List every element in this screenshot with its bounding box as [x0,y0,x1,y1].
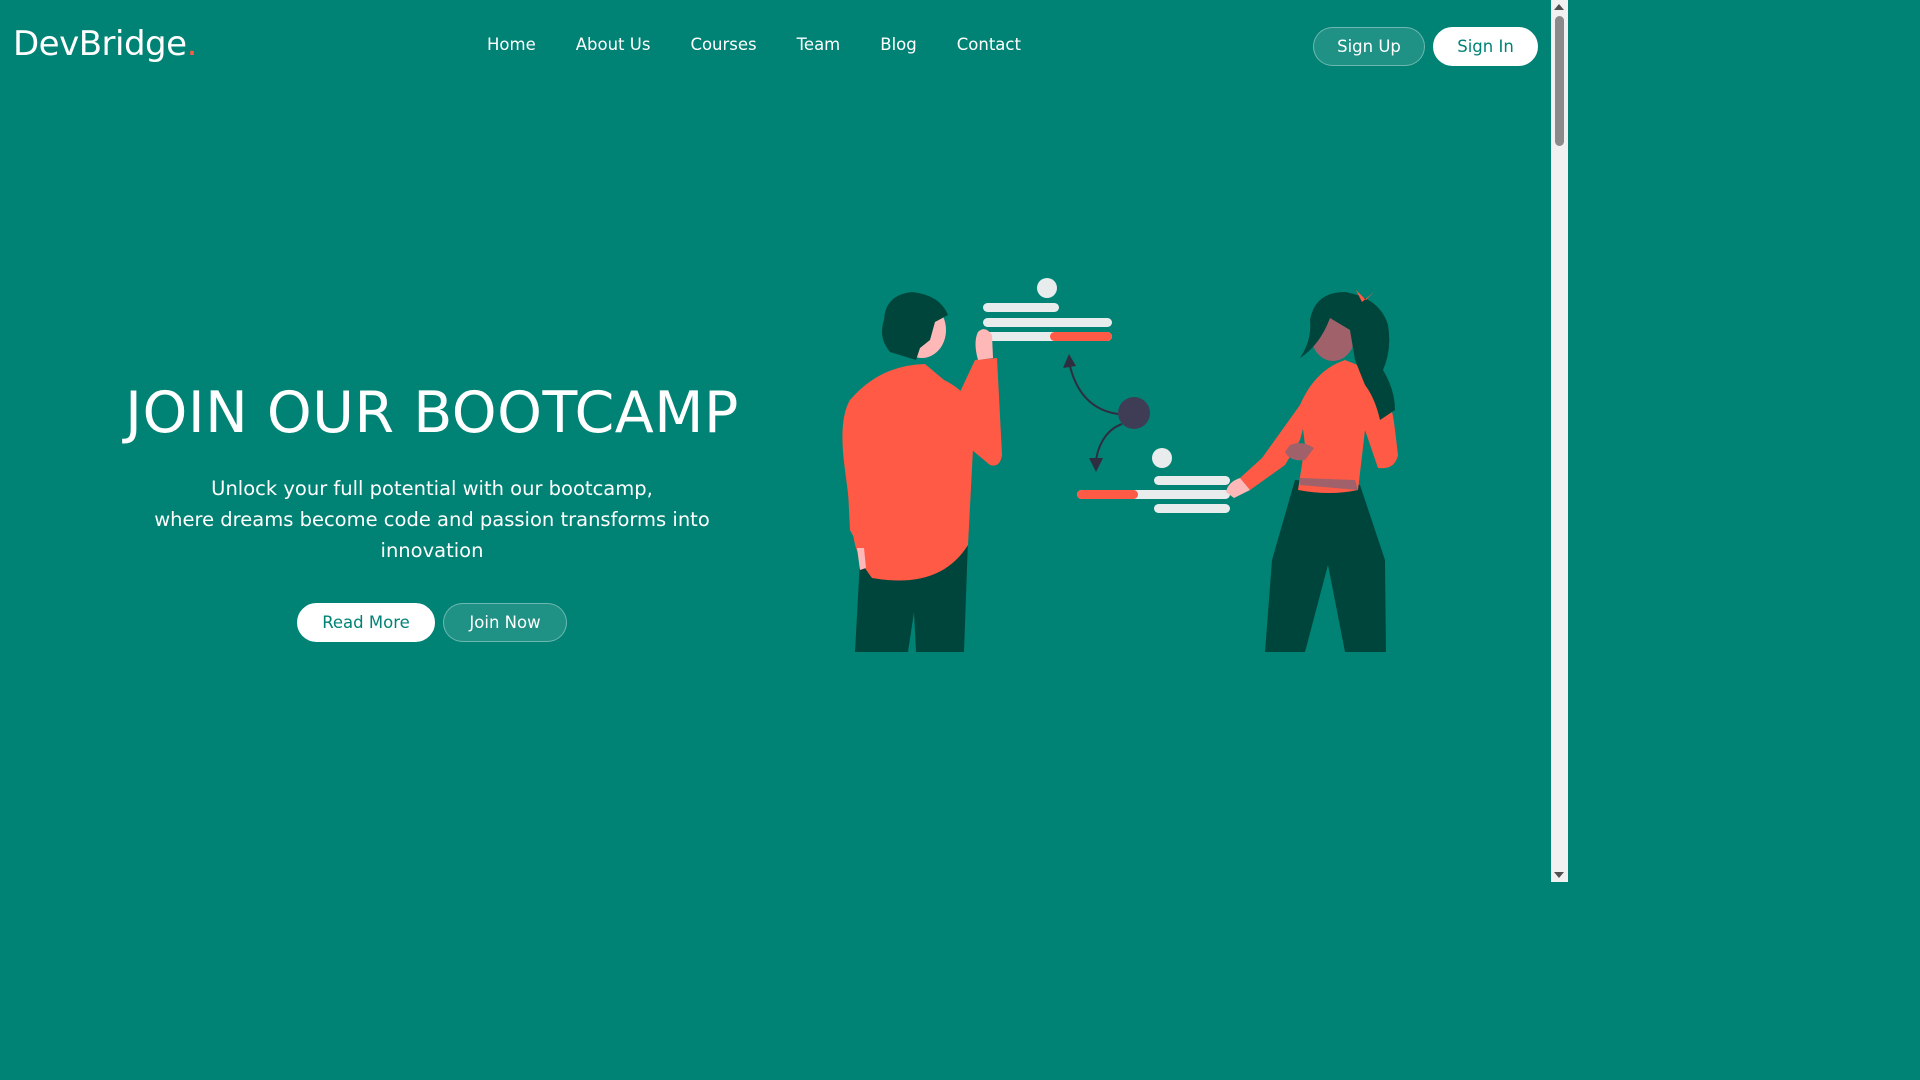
navbar: DevBridge. Home About Us Courses Team Bl… [0,0,1551,92]
hero-section: JOIN OUR BOOTCAMP Unlock your full poten… [100,378,764,642]
brand-logo[interactable]: DevBridge. [13,24,197,64]
hero-buttons: Read More Join Now [100,603,764,642]
nav-link-about-us[interactable]: About Us [576,35,651,54]
hero-subtitle-line-1: Unlock your full potential with our boot… [211,477,653,500]
hero-subtitle-line-2: where dreams become code and passion tra… [154,508,710,562]
scroll-up-arrow-icon[interactable] [1554,4,1564,10]
scroll-thumb[interactable] [1555,16,1564,146]
main-nav: Home About Us Courses Team Blog Contact [487,35,1061,54]
read-more-button[interactable]: Read More [297,603,435,642]
people-collaborating-illustration [830,270,1410,660]
nav-link-team[interactable]: Team [797,35,841,54]
page-scrollbar[interactable] [1551,0,1568,882]
sign-up-button[interactable]: Sign Up [1313,27,1425,66]
brand-dot: . [186,24,198,64]
join-now-button[interactable]: Join Now [443,603,567,642]
sign-in-button[interactable]: Sign In [1433,27,1538,66]
auth-buttons: Sign Up Sign In [1313,27,1538,66]
nav-link-home[interactable]: Home [487,35,536,54]
brand-name: DevBridge [13,24,187,64]
nav-link-blog[interactable]: Blog [880,35,916,54]
nav-link-contact[interactable]: Contact [957,35,1021,54]
nav-link-courses[interactable]: Courses [690,35,756,54]
hero-title: JOIN OUR BOOTCAMP [125,380,739,446]
scroll-down-arrow-icon[interactable] [1554,872,1564,878]
hero-subtitle: Unlock your full potential with our boot… [100,473,764,566]
